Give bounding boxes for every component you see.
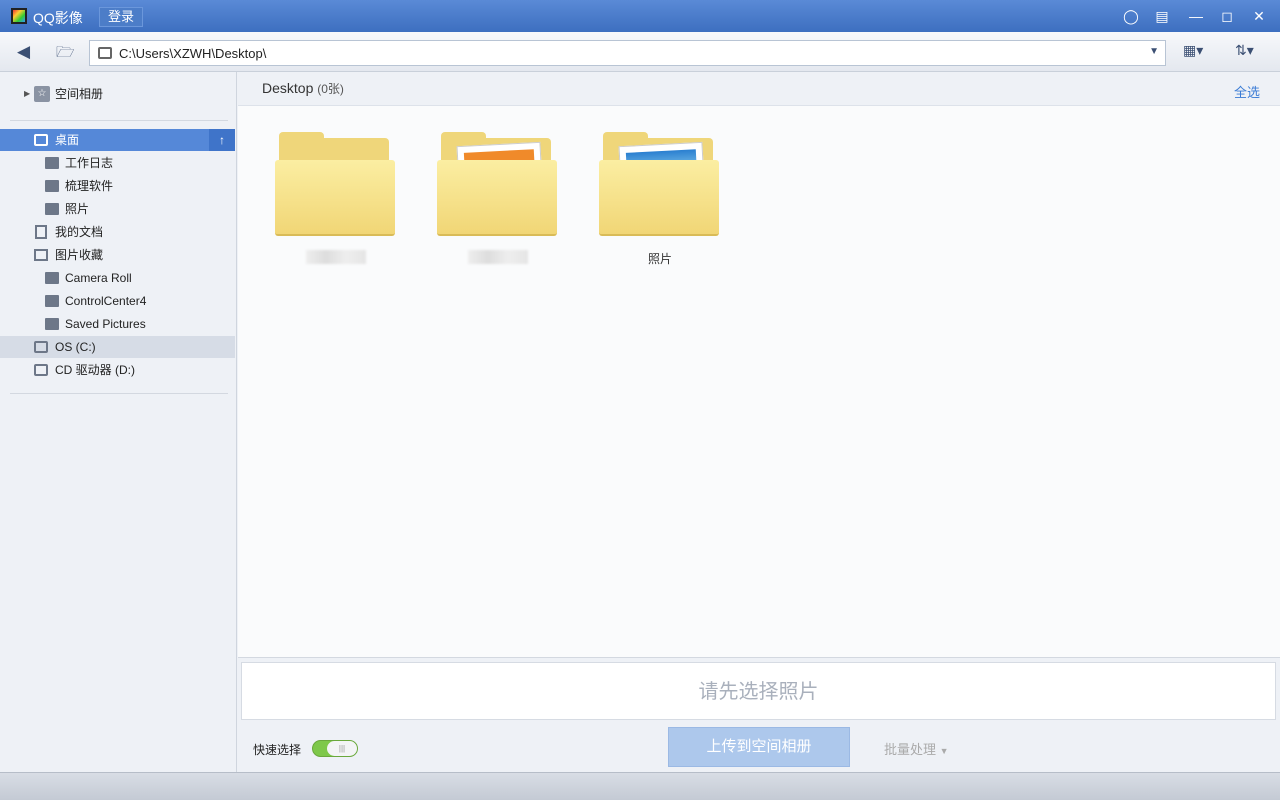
batch-label: 批量处理 (884, 742, 937, 757)
chevron-down-icon: ▼ (939, 746, 949, 756)
folder-icon (45, 157, 59, 169)
upload-arrow-icon[interactable]: ↑ (209, 129, 235, 151)
folder-icon (45, 295, 59, 307)
photo-count: (0张) (317, 82, 344, 96)
minimize-icon[interactable]: — (1186, 6, 1206, 26)
folder-name: Desktop (262, 80, 314, 96)
selection-hint: 请先选择照片 (241, 662, 1276, 720)
chevron-down-icon[interactable]: ▼ (1149, 46, 1159, 57)
folder-icon (45, 180, 59, 192)
folder-front (275, 160, 395, 236)
batch-process-dropdown[interactable]: 批量处理 ▼ (884, 739, 949, 758)
toggle-knob[interactable]: ||| (327, 741, 357, 756)
divider (10, 120, 228, 121)
sidebar-item-drive-c[interactable]: OS (C:) (0, 336, 235, 358)
app-title: QQ影像 (33, 10, 83, 26)
address-bar[interactable]: C:\Users\XZWH\Desktop\ ▼ (89, 40, 1166, 66)
close-icon[interactable]: ✕ (1249, 6, 1269, 26)
sidebar-item-cloud-album[interactable]: ▶ ☆ 空间相册 (0, 83, 235, 105)
bottom-panel: 请先选择照片 快速选择 ||| 上传到空间相册 批量处理 ▼ (238, 657, 1280, 772)
sort-icon[interactable]: ⇅▾ (1235, 42, 1254, 59)
desktop-icon (98, 47, 112, 59)
sidebar-item-documents[interactable]: 我的文档 (0, 221, 235, 243)
sidebar-item-label: 我的文档 (55, 225, 104, 239)
folder-header: Desktop (0张) 全选 (238, 72, 1280, 106)
folder-icon (45, 203, 59, 215)
sidebar-item-label: Camera Roll (65, 271, 132, 285)
title-bar: QQ影像 登录 ◯ ▤ — ◻ ✕ (0, 0, 1280, 32)
cd-drive-icon (34, 364, 48, 376)
blurred-name (306, 250, 366, 264)
sidebar-item-label: CD 驱动器 (D:) (55, 363, 135, 377)
sidebar-item-label: OS (C:) (55, 340, 96, 354)
star-album-icon: ☆ (34, 86, 50, 102)
sidebar: ▶ ☆ 空间相册 桌面 ↑ 工作日志 梳理软件 照片 我的文档 图片收藏 Cam… (0, 72, 237, 772)
feedback-icon[interactable]: ◯ (1121, 6, 1141, 26)
select-all-link[interactable]: 全选 (1234, 82, 1260, 101)
sidebar-item-desktop[interactable]: 桌面 ↑ (0, 129, 235, 151)
document-icon (35, 225, 47, 239)
desktop-icon (34, 134, 48, 146)
toolbar: ◀ 🗁 C:\Users\XZWH\Desktop\ ▼ ▦▾ ⇅▾ (0, 32, 1280, 72)
sidebar-item-label: Saved Pictures (65, 317, 146, 331)
folder-icon (45, 318, 59, 330)
folder-title: Desktop (0张) (262, 80, 344, 97)
sidebar-item-label: 照片 (65, 202, 90, 216)
divider (10, 393, 228, 394)
sidebar-item-photos[interactable]: 照片 (0, 198, 235, 220)
quick-select-toggle[interactable]: ||| (312, 740, 358, 757)
folder-tile[interactable] (433, 132, 563, 272)
folder-front (599, 160, 719, 236)
folder-icon (45, 272, 59, 284)
sidebar-item-saved-pictures[interactable]: Saved Pictures (0, 313, 235, 335)
status-bar (0, 772, 1280, 800)
sidebar-item-label: 图片收藏 (55, 248, 104, 262)
sidebar-item-controlcenter4[interactable]: ControlCenter4 (0, 290, 235, 312)
folder-name: 照片 (647, 252, 672, 266)
sidebar-item-drive-d[interactable]: CD 驱动器 (D:) (0, 359, 235, 381)
folder-name (433, 250, 563, 267)
sidebar-item-pictures[interactable]: 图片收藏 (0, 244, 235, 266)
folder-front (437, 160, 557, 236)
back-arrow-icon[interactable]: ◀ (17, 42, 30, 62)
quick-select-label: 快速选择 (253, 743, 302, 757)
folder-tile[interactable]: 照片 (595, 132, 725, 272)
folder-name (271, 250, 401, 267)
sidebar-item-software[interactable]: 梳理软件 (0, 175, 235, 197)
picture-icon (34, 249, 48, 261)
main-panel: Desktop (0张) 全选 照片 (238, 72, 1280, 657)
drive-icon (34, 341, 48, 353)
folder-tile[interactable] (271, 132, 401, 272)
parent-folder-icon[interactable]: 🗁 (56, 42, 75, 67)
blurred-name (468, 250, 528, 264)
view-grid-icon[interactable]: ▦▾ (1183, 42, 1203, 59)
expand-arrow-icon[interactable]: ▶ (24, 83, 30, 105)
app-logo-icon (11, 8, 27, 24)
sidebar-item-camera-roll[interactable]: Camera Roll (0, 267, 235, 289)
sidebar-item-worklog[interactable]: 工作日志 (0, 152, 235, 174)
menu-icon[interactable]: ▤ (1152, 6, 1172, 26)
sidebar-item-label: ControlCenter4 (65, 294, 147, 308)
maximize-icon[interactable]: ◻ (1217, 6, 1237, 26)
sidebar-item-label: 桌面 (55, 133, 80, 147)
address-path[interactable]: C:\Users\XZWH\Desktop\ (119, 46, 266, 61)
sidebar-item-label: 梳理软件 (65, 179, 114, 193)
sidebar-item-label: 空间相册 (55, 87, 104, 101)
sidebar-item-label: 工作日志 (65, 156, 114, 170)
login-button[interactable]: 登录 (99, 7, 143, 27)
upload-button[interactable]: 上传到空间相册 (668, 727, 850, 767)
